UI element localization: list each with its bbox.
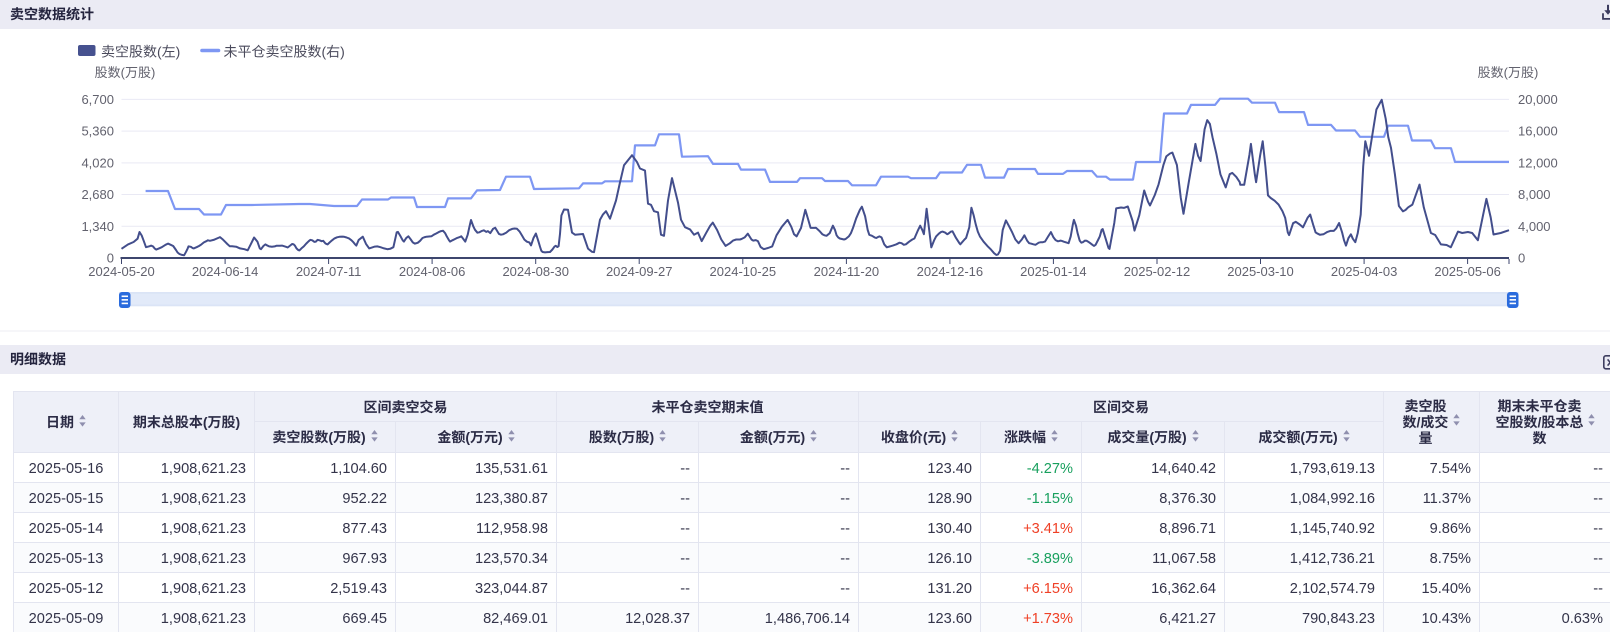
svg-text:2024-05-20: 2024-05-20 bbox=[88, 261, 155, 280]
svg-text:股数(万股): 股数(万股) bbox=[95, 62, 156, 81]
svg-text:8,000: 8,000 bbox=[1518, 184, 1551, 203]
svg-text:2025-03-10: 2025-03-10 bbox=[1227, 261, 1294, 280]
svg-text:5,360: 5,360 bbox=[81, 121, 114, 140]
svg-text:2024-09-27: 2024-09-27 bbox=[606, 261, 673, 280]
svg-text:16,000: 16,000 bbox=[1518, 121, 1558, 140]
svg-text:2,680: 2,680 bbox=[81, 184, 114, 203]
svg-text:2025-01-14: 2025-01-14 bbox=[1020, 261, 1087, 280]
svg-text:2025-02-12: 2025-02-12 bbox=[1124, 261, 1191, 280]
svg-text:股数(万股): 股数(万股) bbox=[1478, 62, 1539, 81]
svg-text:1,340: 1,340 bbox=[81, 216, 114, 235]
svg-text:12,000: 12,000 bbox=[1518, 152, 1558, 171]
svg-text:2024-12-16: 2024-12-16 bbox=[917, 261, 984, 280]
svg-text:2025-04-03: 2025-04-03 bbox=[1331, 261, 1398, 280]
svg-text:4,020: 4,020 bbox=[81, 152, 114, 171]
svg-text:卖空股数(左): 卖空股数(左) bbox=[101, 42, 180, 62]
svg-text:6,700: 6,700 bbox=[81, 89, 114, 108]
svg-text:2024-08-30: 2024-08-30 bbox=[502, 261, 569, 280]
svg-text:2025-05-06: 2025-05-06 bbox=[1434, 261, 1501, 280]
svg-text:4,000: 4,000 bbox=[1518, 216, 1551, 235]
svg-text:20,000: 20,000 bbox=[1518, 89, 1558, 108]
svg-text:2024-11-20: 2024-11-20 bbox=[814, 261, 880, 280]
svg-text:2024-07-11: 2024-07-11 bbox=[296, 261, 362, 280]
svg-text:未平仓卖空股数(右): 未平仓卖空股数(右) bbox=[224, 42, 345, 62]
svg-text:2024-10-25: 2024-10-25 bbox=[710, 261, 777, 280]
svg-text:2024-06-14: 2024-06-14 bbox=[192, 261, 259, 280]
svg-text:2024-08-06: 2024-08-06 bbox=[399, 261, 466, 280]
svg-text:0: 0 bbox=[1518, 248, 1525, 267]
